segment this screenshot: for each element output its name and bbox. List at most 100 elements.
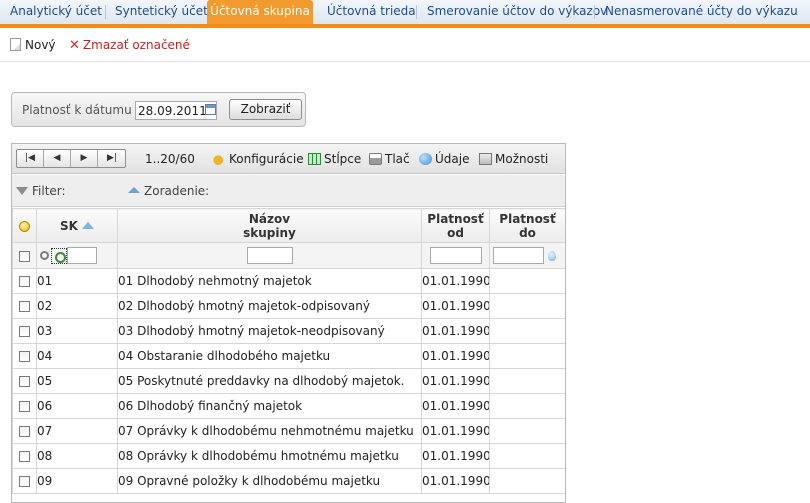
advanced-search-icon[interactable] <box>51 247 67 264</box>
row-select-cell <box>12 268 37 294</box>
row-select-cell <box>12 343 37 369</box>
row-valid-to <box>489 343 565 369</box>
row-checkbox[interactable] <box>19 276 30 287</box>
columns-button[interactable]: Stĺpce <box>308 152 361 166</box>
row-checkbox[interactable] <box>19 426 30 437</box>
grid-toolbar: |◀ ◀ ▶ ▶| 1..20/60 Konfigurácie Stĺpce T… <box>12 144 565 174</box>
table-row[interactable]: 02 02 Dlhodobý hmotný majetok-odpisovaný 0… <box>12 293 565 319</box>
row-code: 09 <box>36 468 118 494</box>
filter-toggle[interactable]: Filter: <box>16 184 66 198</box>
delete-x-icon: ✕ <box>69 38 80 53</box>
print-button[interactable]: Tlač <box>369 152 410 166</box>
table-row[interactable]: 01 01 Dlhodobý nehmotný majetok 01.01.1990 <box>12 268 565 294</box>
valid-to-filter-cell <box>489 242 565 269</box>
tab-synteticky-ucet[interactable]: Syntetický účet <box>115 0 208 24</box>
name-filter-input[interactable] <box>246 247 293 264</box>
page-info: 1..20/60 <box>145 152 195 166</box>
hint-bulb-icon[interactable] <box>548 250 556 261</box>
options-icon <box>479 153 492 165</box>
row-valid-to <box>489 368 565 394</box>
header-name-line2: skupiny <box>243 225 296 240</box>
header-name[interactable]: Názov skupiny <box>117 208 422 243</box>
configuration-icon <box>213 153 226 165</box>
new-button-label: Nový <box>25 38 56 52</box>
next-page-button[interactable]: ▶ <box>71 150 98 167</box>
table-row[interactable]: 04 04 Obstaranie dlhodobého majetku 01.01.… <box>12 343 565 369</box>
table-row[interactable]: 06 06 Dlhodobý finančný majetok 01.01.1990 <box>12 393 565 419</box>
row-checkbox[interactable] <box>19 476 30 487</box>
last-page-button[interactable]: ▶| <box>98 150 126 167</box>
row-checkbox[interactable] <box>19 301 30 312</box>
table-row[interactable]: 03 03 Dlhodobý hmotný majetok-neodpisovan… <box>12 318 565 344</box>
delete-button-label: Zmazať označené <box>82 38 190 52</box>
row-valid-to <box>489 318 565 344</box>
action-toolbar: Nový ✕ Zmazať označené <box>0 28 810 62</box>
delete-selected-button[interactable]: ✕ Zmazať označené <box>69 37 190 53</box>
row-code: 01 <box>36 268 118 294</box>
code-filter-input[interactable] <box>67 247 97 264</box>
tab-analyticky-ucet[interactable]: Analytický účet <box>10 0 102 24</box>
select-all-checkbox[interactable] <box>19 250 30 262</box>
data-button[interactable]: Údaje <box>419 152 469 166</box>
table-row[interactable]: 08 08 Oprávky k dlhodobému hmotnému majet… <box>12 443 565 469</box>
header-row: SK Názov skupiny Platnosť od Platnosť do <box>12 208 565 243</box>
header-valid-from[interactable]: Platnosť od <box>421 208 490 243</box>
options-button[interactable]: Možnosti <box>479 152 548 166</box>
tab-smerovanie-uctov[interactable]: Smerovanie účtov do výkazov <box>427 0 607 24</box>
valid-to-filter-input[interactable] <box>493 247 544 264</box>
tab-uctovna-skupina[interactable]: Účtovná skupina <box>207 0 313 24</box>
row-valid-from: 01.01.1990 <box>421 293 490 319</box>
row-select-cell <box>12 418 37 444</box>
tab-nenasmerovane-ucty[interactable]: Nenasmerované účty do výkazu <box>605 0 798 24</box>
row-valid-from: 01.01.1990 <box>421 468 490 494</box>
row-valid-from: 01.01.1990 <box>421 443 490 469</box>
select-all-cell <box>12 242 37 269</box>
row-valid-from: 01.01.1990 <box>421 268 490 294</box>
status-smiley-icon <box>19 220 30 232</box>
table-row[interactable]: 09 09 Opravné položky k dlhodobému majetk… <box>12 468 565 494</box>
row-checkbox[interactable] <box>19 401 30 412</box>
row-valid-to <box>489 468 565 494</box>
row-checkbox[interactable] <box>19 351 30 362</box>
new-button[interactable]: Nový <box>10 37 56 53</box>
header-code[interactable]: SK <box>36 208 118 243</box>
filter-label: Filter: <box>32 184 66 198</box>
data-grid: |◀ ◀ ▶ ▶| 1..20/60 Konfigurácie Stĺpce T… <box>11 143 566 503</box>
code-filter-cell <box>36 242 118 269</box>
tab-uctovna-trieda[interactable]: Účtovná trieda <box>327 0 416 24</box>
column-filter-row <box>12 242 565 269</box>
row-select-cell <box>12 443 37 469</box>
row-checkbox[interactable] <box>19 451 30 462</box>
table-row[interactable]: 05 05 Poskytnuté preddavky na dlhodobý ma… <box>12 368 565 394</box>
row-name: 09 Opravné položky k dlhodobému majetku <box>117 468 422 494</box>
row-valid-from: 01.01.1990 <box>421 368 490 394</box>
row-code: 06 <box>36 393 118 419</box>
table-row[interactable]: 07 07 Oprávky k dlhodobému nehmotnému maj… <box>12 418 565 444</box>
row-valid-from: 01.01.1990 <box>421 318 490 344</box>
row-valid-to <box>489 418 565 444</box>
sort-ascending-icon <box>81 221 94 229</box>
calendar-icon[interactable] <box>205 104 216 115</box>
header-valid-to[interactable]: Platnosť do <box>489 208 565 243</box>
row-name: 01 Dlhodobý nehmotný majetok <box>117 268 422 294</box>
search-icon[interactable] <box>40 251 49 260</box>
row-name: 08 Oprávky k dlhodobému hmotnému majetku <box>117 443 422 469</box>
row-valid-from: 01.01.1990 <box>421 418 490 444</box>
row-name: 04 Obstaranie dlhodobého majetku <box>117 343 422 369</box>
show-button[interactable]: Zobraziť <box>229 99 302 120</box>
header-name-line1: Názov <box>248 211 291 226</box>
header-code-label: SK <box>60 218 78 233</box>
valid-from-filter-input[interactable] <box>429 247 482 264</box>
row-valid-to <box>489 268 565 294</box>
row-checkbox[interactable] <box>19 376 30 387</box>
row-name: 03 Dlhodobý hmotný majetok-neodpisovaný <box>117 318 422 344</box>
row-valid-to <box>489 293 565 319</box>
configuration-button[interactable]: Konfigurácie <box>213 152 304 166</box>
row-checkbox[interactable] <box>19 326 30 337</box>
first-page-button[interactable]: |◀ <box>17 150 44 167</box>
data-label: Údaje <box>435 152 470 166</box>
sort-toggle[interactable]: Zoradenie: <box>128 184 209 198</box>
row-name: 07 Oprávky k dlhodobému nehmotnému majet… <box>117 418 422 444</box>
row-code: 07 <box>36 418 118 444</box>
prev-page-button[interactable]: ◀ <box>44 150 71 167</box>
